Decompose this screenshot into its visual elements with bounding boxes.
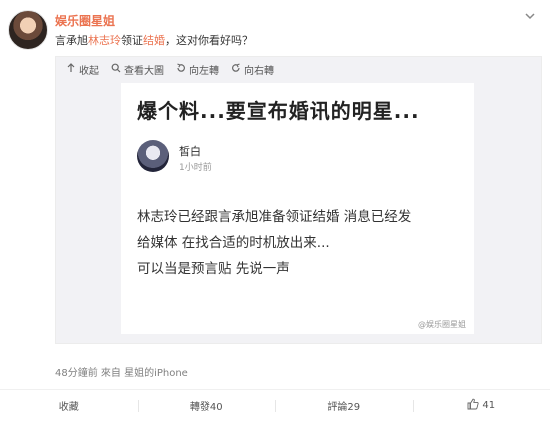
- rotate-right-button[interactable]: 向右轉: [231, 62, 274, 77]
- image-body-text: 林志玲已经跟言承旭准备领证结婚 消息已经发 给媒体 在找合适的时机放出来... …: [137, 204, 467, 282]
- media-viewer: 收起 查看大圖 向左轉 向右轉 爆个料...要宣布婚讯的明星... 皙白 1小时…: [55, 56, 542, 344]
- zoom-icon: [111, 63, 121, 76]
- weibo-post: 娱乐圈星姐 言承旭林志玲领证结婚，这对你看好吗？ 收起 查看大圖 向左轉 向右轉…: [0, 0, 550, 421]
- image-body-line: 林志玲已经跟言承旭准备领证结婚 消息已经发: [137, 209, 412, 225]
- rotate-left-icon: [176, 62, 186, 76]
- post-text-link[interactable]: 结婚: [143, 34, 165, 47]
- media-toolbar: 收起 查看大圖 向左轉 向右轉: [56, 57, 541, 81]
- repost-label: 轉發40: [189, 402, 223, 413]
- rotate-right-icon: [231, 62, 241, 76]
- repost-button[interactable]: 轉發40: [137, 398, 276, 413]
- like-button[interactable]: 41: [412, 398, 550, 413]
- comment-label: 評論29: [327, 402, 361, 413]
- image-author-name: 皙白: [179, 145, 201, 158]
- post-text-segment: ，这对你看好吗？: [165, 34, 253, 47]
- avatar[interactable]: [8, 10, 48, 50]
- comment-button[interactable]: 評論29: [275, 398, 413, 413]
- username[interactable]: 娱乐圈星姐: [55, 12, 115, 29]
- post-text: 言承旭林志玲领证结婚，这对你看好吗？: [55, 32, 253, 48]
- post-meta: 48分鐘前 來自 星姐的iPhone: [55, 368, 188, 379]
- favorite-button[interactable]: 收藏: [0, 398, 138, 413]
- favorite-label: 收藏: [58, 402, 79, 413]
- post-text-segment: 言承旭: [55, 34, 88, 47]
- image-body-line: 给媒体 在找合适的时机放出来...: [137, 235, 330, 251]
- collapse-button[interactable]: 收起: [66, 62, 99, 77]
- rotate-left-label: 向左轉: [189, 65, 219, 77]
- rotate-right-label: 向右轉: [244, 65, 274, 77]
- collapse-label: 收起: [79, 65, 99, 77]
- watermark: @娱乐圈星姐: [418, 320, 466, 329]
- view-large-button[interactable]: 查看大圖: [111, 62, 164, 77]
- action-bar: 收藏 轉發40 評論29 41: [0, 389, 550, 421]
- post-text-segment: 领证: [121, 34, 143, 47]
- collapse-icon: [66, 62, 76, 76]
- post-text-link[interactable]: 林志玲: [88, 34, 121, 47]
- chevron-down-icon[interactable]: [522, 8, 538, 24]
- image-post-time: 1小时前: [179, 163, 212, 173]
- view-large-label: 查看大圖: [124, 65, 164, 77]
- like-count: 41: [482, 400, 496, 411]
- thumbs-up-icon: [467, 398, 479, 413]
- post-image[interactable]: 爆个料...要宣布婚讯的明星... 皙白 1小时前 林志玲已经跟言承旭准备领证结…: [121, 83, 474, 334]
- image-author-avatar: [137, 140, 169, 172]
- image-body-line: 可以当是预言贴 先说一声: [137, 261, 290, 277]
- image-title: 爆个料...要宣布婚讯的明星...: [137, 99, 420, 123]
- rotate-left-button[interactable]: 向左轉: [176, 62, 219, 77]
